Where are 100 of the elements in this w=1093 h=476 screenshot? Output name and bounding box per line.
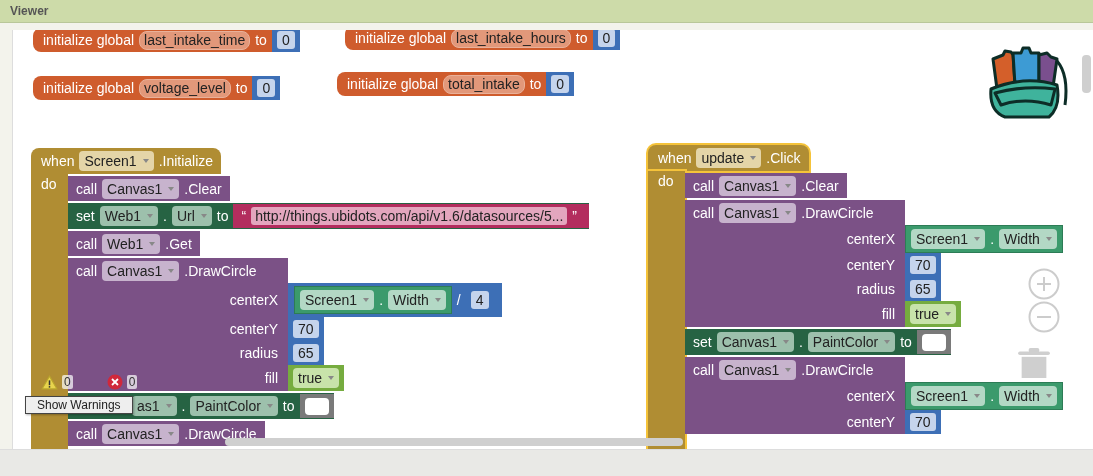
caret-icon: [149, 241, 156, 246]
getter-block[interactable]: Screen1 . Width: [905, 382, 1063, 410]
method-name: .DrawCircle: [184, 262, 257, 279]
number-field[interactable]: 0: [551, 75, 570, 93]
horizontal-scrollbar[interactable]: [225, 438, 683, 446]
number-block[interactable]: 0: [252, 76, 281, 100]
block-keyword: initialize global: [43, 80, 135, 96]
warning-count: 0: [62, 375, 73, 389]
component-dropdown[interactable]: Web1: [102, 233, 161, 254]
component-dropdown[interactable]: Canvas1: [102, 178, 180, 199]
text-field[interactable]: http://things.ubidots.com/api/v1.6/datasources/5...: [251, 207, 568, 225]
vertical-scrollbar[interactable]: [1082, 55, 1091, 93]
component-dropdown[interactable]: as1: [132, 396, 177, 416]
global-variable-block[interactable]: initialize global last_intake_time to 0: [33, 30, 300, 52]
boolean-dropdown[interactable]: true: [910, 304, 957, 324]
component-dropdown[interactable]: Canvas1: [719, 359, 797, 380]
operator-label: /: [456, 292, 461, 308]
method-call-block[interactable]: call Canvas1 .Clear: [685, 173, 847, 198]
boolean-block[interactable]: true: [288, 365, 345, 391]
method-call-block[interactable]: call Web1 .Get: [68, 231, 200, 256]
component-dropdown[interactable]: Screen1: [79, 151, 154, 171]
global-variable-block[interactable]: initialize global last_intake_hours to 0: [345, 30, 621, 50]
property-dropdown[interactable]: Width: [999, 386, 1057, 406]
method-name: .DrawCircle: [801, 361, 874, 378]
block-keyword: initialize global: [43, 32, 135, 48]
variable-name-field[interactable]: last_intake_hours: [451, 30, 571, 48]
math-block[interactable]: Screen1 . Width / 4: [288, 283, 502, 317]
number-field[interactable]: 0: [257, 79, 276, 97]
property-dropdown[interactable]: Width: [388, 290, 446, 310]
component-dropdown[interactable]: Canvas1: [102, 423, 180, 444]
component-dropdown[interactable]: Screen1: [911, 229, 986, 249]
boolean-block[interactable]: true: [905, 301, 962, 327]
getter-block[interactable]: Screen1 . Width: [294, 286, 452, 314]
method-call-block[interactable]: call Canvas1 .DrawCircle centerX Screen1 . Width centerY 70 radius 65 fill true: [685, 200, 1063, 327]
property-dropdown[interactable]: PaintColor: [190, 396, 278, 416]
number-field[interactable]: 0: [276, 31, 295, 49]
block-keyword: call: [76, 262, 97, 279]
show-warnings-button[interactable]: Show Warnings: [25, 396, 133, 414]
argument-label: radius: [239, 345, 278, 361]
number-block[interactable]: 0: [546, 72, 575, 96]
boolean-dropdown[interactable]: true: [293, 368, 340, 388]
variable-name-field[interactable]: total_intake: [443, 74, 525, 94]
number-block[interactable]: 70: [905, 410, 941, 434]
block-keyword: to: [216, 208, 229, 224]
getter-block[interactable]: Screen1 . Width: [905, 225, 1063, 253]
component-dropdown[interactable]: Canvas1: [102, 260, 180, 281]
caret-icon: [782, 340, 789, 344]
component-dropdown[interactable]: Canvas1: [719, 175, 797, 196]
dot-separator: .: [990, 231, 995, 247]
component-dropdown[interactable]: Canvas1: [719, 202, 797, 223]
number-block[interactable]: 70: [905, 253, 941, 277]
caret-icon: [147, 214, 153, 218]
component-dropdown[interactable]: Screen1: [300, 290, 375, 310]
color-swatch[interactable]: [921, 333, 946, 351]
property-dropdown[interactable]: PaintColor: [807, 332, 896, 352]
number-field[interactable]: 70: [910, 413, 936, 431]
number-block[interactable]: 65: [905, 277, 941, 301]
component-dropdown[interactable]: Canvas1: [716, 332, 794, 352]
variable-name-field[interactable]: last_intake_time: [139, 30, 251, 50]
number-field[interactable]: 70: [293, 320, 319, 338]
number-block[interactable]: 0: [271, 30, 300, 52]
argument-label: centerY: [846, 414, 895, 430]
color-swatch[interactable]: [304, 397, 329, 415]
number-field[interactable]: 4: [470, 291, 489, 309]
method-call-block[interactable]: call Canvas1 .Clear: [68, 176, 230, 201]
quote-mark: “: [241, 208, 247, 224]
argument-label: fill: [881, 306, 895, 322]
setter-block[interactable]: set Web1 . Url to “ http://things.ubidots.com/api/v1.6/datasources/5... ”: [68, 203, 589, 229]
property-dropdown[interactable]: Url: [171, 206, 212, 226]
component-dropdown[interactable]: update: [696, 148, 762, 168]
blocks-workspace[interactable]: [12, 30, 1093, 449]
event-header-block[interactable]: when update .Click: [648, 145, 809, 171]
number-block[interactable]: 70: [288, 317, 324, 341]
method-call-block[interactable]: call Canvas1 .DrawCircle: [68, 421, 265, 446]
component-dropdown[interactable]: Screen1: [911, 386, 986, 406]
text-block[interactable]: “ http://things.ubidots.com/api/v1.6/datasources/5... ”: [233, 204, 589, 228]
number-field[interactable]: 70: [910, 256, 936, 274]
global-variable-block[interactable]: initialize global voltage_level to 0: [33, 76, 281, 100]
global-variable-block[interactable]: initialize global total_intake to 0: [337, 72, 575, 96]
component-dropdown[interactable]: Web1: [99, 206, 158, 226]
method-call-block[interactable]: call Canvas1 .DrawCircle centerX Screen1 . Width centerY 70: [685, 357, 1063, 434]
color-block[interactable]: [299, 394, 334, 418]
block-keyword: to: [235, 80, 248, 96]
variable-name-field[interactable]: voltage_level: [139, 78, 231, 98]
block-keyword: to: [255, 32, 267, 48]
event-do-bar: do: [648, 171, 685, 449]
dot-separator: .: [798, 334, 803, 350]
event-header-block[interactable]: when Screen1 .Initialize: [31, 148, 222, 174]
number-field[interactable]: 65: [293, 344, 319, 362]
number-field[interactable]: 65: [910, 280, 936, 298]
property-dropdown[interactable]: Width: [999, 229, 1057, 249]
number-block[interactable]: 0: [592, 30, 621, 50]
number-field[interactable]: 0: [597, 30, 616, 47]
caret-icon: [328, 376, 335, 380]
number-block[interactable]: 65: [288, 341, 324, 365]
caret-icon: [785, 210, 792, 215]
method-name: .DrawCircle: [184, 425, 257, 442]
setter-block[interactable]: set Canvas1 . PaintColor to: [685, 329, 951, 355]
block-keyword: to: [529, 76, 542, 92]
color-block[interactable]: [916, 330, 951, 354]
